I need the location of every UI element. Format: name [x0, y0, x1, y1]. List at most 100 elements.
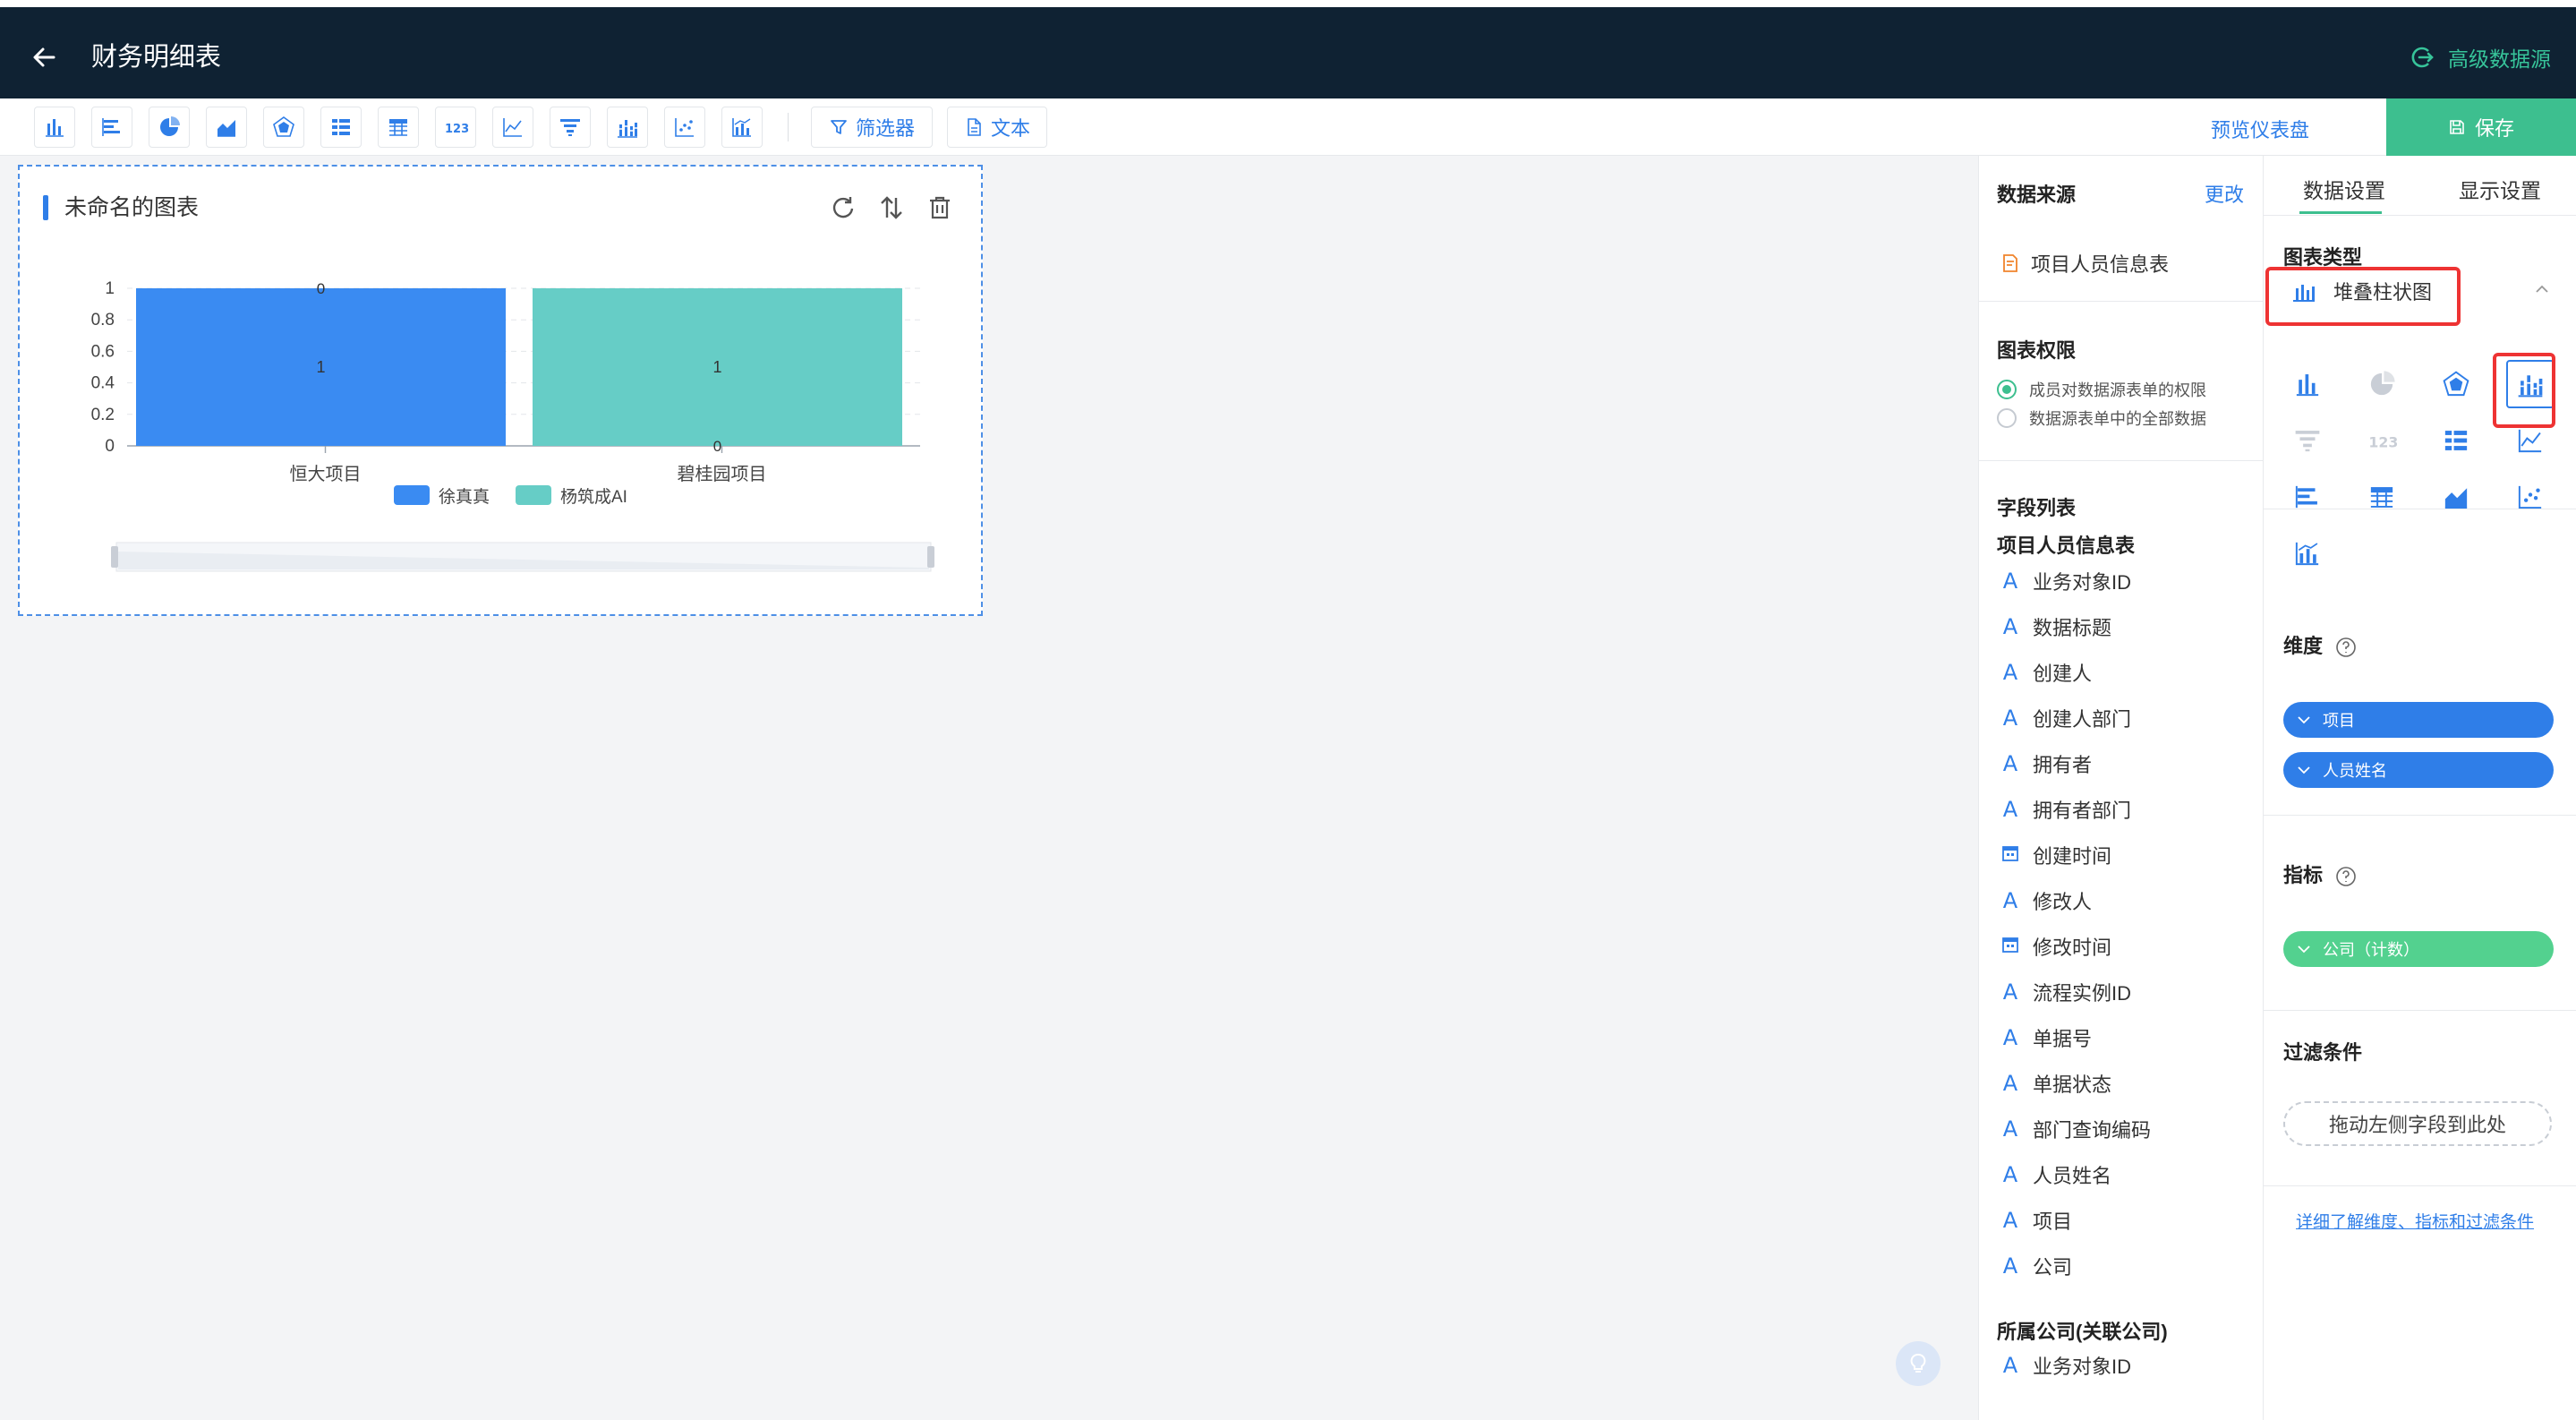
- chevron-up-icon[interactable]: [2532, 279, 2552, 299]
- detail-list-icon[interactable]: [320, 107, 362, 148]
- field-item[interactable]: A 流程实例ID: [2000, 979, 2131, 1005]
- scatter-chart-icon[interactable]: [2506, 473, 2555, 521]
- calendar-icon: [2000, 934, 2020, 959]
- field-label: 单据状态: [2033, 1074, 2112, 1096]
- field-item[interactable]: A 公司: [2000, 1253, 2072, 1279]
- chevron-down-icon: [2298, 945, 2310, 954]
- section-divider: [1979, 460, 2264, 461]
- metric-pill[interactable]: 公司（计数）: [2283, 931, 2554, 967]
- text-button[interactable]: 文本: [947, 107, 1047, 148]
- legend-label: 杨筑成AI: [560, 487, 627, 507]
- field-item[interactable]: A 创建人: [2000, 659, 2092, 686]
- field-item[interactable]: A 项目: [2000, 1207, 2072, 1234]
- help-icon[interactable]: [2335, 637, 2357, 658]
- field-item[interactable]: A 单据号: [2000, 1024, 2092, 1051]
- funnel-chart-icon[interactable]: [2283, 416, 2332, 465]
- dimension-pill-label: 项目: [2323, 712, 2355, 730]
- pie-chart-icon[interactable]: [149, 107, 190, 148]
- preview-dashboard-link[interactable]: 预览仪表盘: [2211, 115, 2309, 143]
- field-item[interactable]: A 业务对象ID: [2000, 1352, 2131, 1379]
- field-panel: 数据来源 更改 项目人员信息表 图表权限 成员对数据源表单的权限 数据源表单中的…: [1978, 156, 2264, 1420]
- line-chart-icon[interactable]: [492, 107, 533, 148]
- change-source-link[interactable]: 更改: [2205, 179, 2244, 208]
- field-item[interactable]: A 拥有者部门: [2000, 796, 2131, 823]
- combo-chart-icon[interactable]: [2283, 529, 2332, 577]
- sort-icon[interactable]: [877, 193, 906, 222]
- bar-chart-icon[interactable]: [34, 107, 75, 148]
- advanced-data-source-label: 高级数据源: [2448, 47, 2551, 71]
- filter-button[interactable]: 筛选器: [811, 107, 933, 148]
- pie-chart-icon[interactable]: [2358, 360, 2406, 408]
- text-field-icon: A: [2002, 1116, 2018, 1142]
- delete-icon[interactable]: [925, 193, 954, 222]
- tab-data-settings[interactable]: 数据设置: [2303, 174, 2385, 204]
- horizontal-bar-icon[interactable]: [91, 107, 132, 148]
- field-label: 修改人: [2033, 891, 2093, 913]
- radio-unselected[interactable]: [1997, 408, 2017, 428]
- permission-option-all[interactable]: 数据源表单中的全部数据: [1997, 406, 2206, 430]
- lightbulb-icon[interactable]: [1896, 1341, 1941, 1386]
- chart-card[interactable]: 未命名的图表 1 0.8 0.6 0.4 0.2 0 1 0 恒大项目 1 0 碧桂园项目 徐真真 杨筑成…: [18, 165, 983, 616]
- save-button[interactable]: 保存: [2386, 98, 2576, 156]
- radar-chart-icon[interactable]: [263, 107, 304, 148]
- tab-display-settings[interactable]: 显示设置: [2459, 174, 2541, 204]
- table-icon[interactable]: [2358, 473, 2406, 521]
- radio-selected[interactable]: [1997, 380, 2017, 399]
- field-label: 部门查询编码: [2033, 1119, 2152, 1142]
- indicator-card-icon[interactable]: 123: [435, 107, 476, 148]
- field-label: 公司: [2033, 1256, 2073, 1279]
- stacked-bar-chart: 1 0.8 0.6 0.4 0.2 0 1 0 恒大项目 1 0 碧桂园项目徐真真 杨筑成AI: [91, 279, 934, 572]
- filter-conditions-title: 过滤条件: [2283, 1041, 2363, 1064]
- field-item[interactable]: A 拥有者: [2000, 750, 2092, 777]
- advanced-data-source-button[interactable]: 高级数据源: [2409, 38, 2551, 77]
- card-title-accent: [43, 195, 48, 220]
- stacked-bar-icon[interactable]: [607, 107, 648, 148]
- help-doc-link[interactable]: 详细了解维度、指标和过滤条件: [2296, 1209, 2534, 1233]
- horizontal-bar-icon[interactable]: [2283, 473, 2332, 521]
- field-item[interactable]: 修改时间: [2000, 933, 2111, 960]
- field-label: 业务对象ID: [2033, 1356, 2132, 1378]
- x-category-label: 碧桂园项目: [678, 464, 767, 484]
- field-item[interactable]: A 业务对象ID: [2000, 568, 2131, 595]
- field-item[interactable]: A 创建人部门: [2000, 705, 2131, 731]
- filter-drop-zone[interactable]: 拖动左侧字段到此处: [2283, 1101, 2552, 1146]
- funnel-chart-icon[interactable]: [550, 107, 591, 148]
- area-chart-icon[interactable]: [206, 107, 247, 148]
- permission-option-member[interactable]: 成员对数据源表单的权限: [1997, 378, 2206, 401]
- text-field-icon: A: [2002, 1353, 2018, 1378]
- text-field-icon: A: [2002, 1071, 2018, 1096]
- field-item[interactable]: A 单据状态: [2000, 1070, 2111, 1097]
- field-group-title: 所属公司(关联公司): [1997, 1321, 2168, 1343]
- indicator-card-icon[interactable]: 123: [2358, 416, 2406, 465]
- metric-title: 指标: [2283, 860, 2357, 888]
- bar-chart-icon[interactable]: [2283, 360, 2332, 408]
- help-icon[interactable]: [2335, 866, 2357, 887]
- y-tick-label: 1: [105, 279, 115, 298]
- section-divider: [2264, 1185, 2576, 1186]
- combo-chart-icon[interactable]: [721, 107, 763, 148]
- refresh-icon[interactable]: [829, 193, 857, 222]
- y-tick-label: 0.6: [91, 342, 115, 361]
- dimension-title-text: 维度: [2283, 635, 2324, 657]
- field-item[interactable]: 创建时间: [2000, 842, 2111, 868]
- page-title: 财务明细表: [91, 43, 222, 72]
- field-item[interactable]: A 人员姓名: [2000, 1161, 2111, 1188]
- text-field-icon: A: [2002, 660, 2018, 685]
- table-icon[interactable]: [378, 107, 419, 148]
- field-item[interactable]: A 修改人: [2000, 887, 2092, 914]
- scatter-chart-icon[interactable]: [664, 107, 705, 148]
- detail-list-icon[interactable]: [2432, 416, 2480, 465]
- save-icon: [2450, 120, 2464, 134]
- dimension-pill[interactable]: 项目: [2283, 702, 2554, 738]
- field-item[interactable]: A 数据标题: [2000, 613, 2111, 640]
- back-arrow-icon[interactable]: [27, 39, 63, 75]
- field-label: 业务对象ID: [2033, 571, 2132, 594]
- calendar-icon: [2000, 843, 2020, 868]
- field-item[interactable]: A 部门查询编码: [2000, 1116, 2151, 1142]
- source-table-item[interactable]: 项目人员信息表: [2000, 249, 2169, 278]
- radar-chart-icon[interactable]: [2432, 360, 2480, 408]
- dashboard-canvas: 未命名的图表 1 0.8 0.6 0.4 0.2 0 1 0 恒大项目 1 0 碧桂园项目 徐真真 杨筑成…: [0, 156, 1978, 1420]
- dimension-pill[interactable]: 人员姓名: [2283, 752, 2554, 788]
- x-category-label: 恒大项目: [290, 464, 362, 484]
- area-chart-icon[interactable]: [2432, 473, 2480, 521]
